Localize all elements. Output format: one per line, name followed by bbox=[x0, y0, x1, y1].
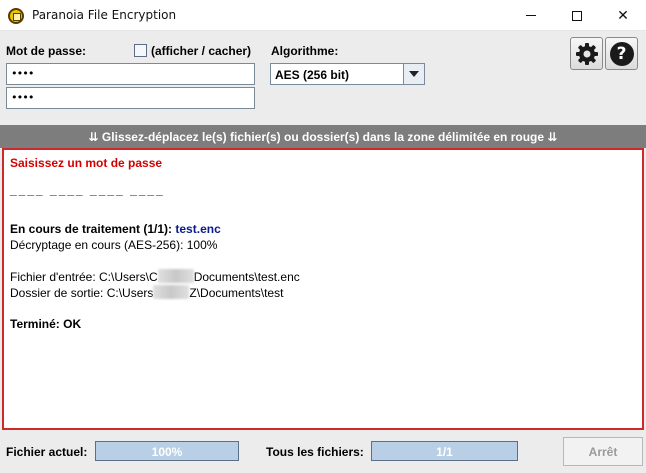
redacted-username bbox=[157, 269, 194, 283]
completion-status: Terminé: OK bbox=[10, 317, 82, 331]
input-file-prefix: Fichier d'entrée: C:\Users\ bbox=[10, 270, 150, 284]
algorithm-select[interactable]: AES (256 bit) bbox=[270, 63, 425, 85]
app-icon bbox=[8, 8, 24, 24]
help-button[interactable]: ? bbox=[605, 37, 638, 70]
minimize-button[interactable] bbox=[508, 0, 554, 31]
password-prompt: Saisissez un mot de passe bbox=[10, 156, 163, 170]
redacted-username bbox=[153, 285, 190, 299]
window-title: Paranoia File Encryption bbox=[32, 8, 177, 22]
password-confirm-field[interactable]: •••• bbox=[6, 87, 255, 109]
drop-instructions-banner: ⇊ Glissez-déplacez le(s) fichier(s) ou d… bbox=[0, 125, 646, 148]
input-file-line: Fichier d'entrée: C:\Users\C Documents\te… bbox=[10, 269, 300, 284]
current-file-label: Fichier actuel: bbox=[6, 445, 88, 459]
maximize-icon bbox=[572, 10, 582, 21]
processing-file-name: test.enc bbox=[175, 222, 221, 236]
password-field[interactable]: •••• bbox=[6, 63, 255, 85]
algorithm-dropdown-button[interactable] bbox=[403, 64, 424, 84]
input-file-suffix: Documents\test.enc bbox=[193, 270, 300, 284]
maximize-button[interactable] bbox=[554, 0, 600, 31]
all-files-progress: 1/1 bbox=[371, 441, 518, 461]
stop-button[interactable]: Arrêt bbox=[563, 437, 643, 466]
output-folder-line: Dossier de sortie: C:\Users Z\Documents\t… bbox=[10, 285, 283, 300]
input-file-partial: C bbox=[149, 270, 158, 284]
output-folder-suffix: Z\Documents\test bbox=[189, 286, 284, 300]
current-file-progress: 100% bbox=[95, 441, 239, 461]
processing-label: En cours de traitement (1/1): bbox=[10, 222, 173, 236]
gear-icon bbox=[575, 42, 598, 65]
algorithm-label: Algorithme: bbox=[271, 44, 339, 58]
password-label: Mot de passe: bbox=[6, 44, 87, 58]
decrypting-status: Décryptage en cours (AES-256): 100% bbox=[10, 238, 218, 252]
password-strength-indicator: ____ ____ ____ ____ bbox=[10, 183, 165, 197]
close-icon: ✕ bbox=[617, 7, 629, 24]
chevron-down-icon bbox=[409, 71, 419, 77]
show-hide-checkbox[interactable] bbox=[134, 44, 147, 57]
current-file-progress-text: 100% bbox=[151, 445, 183, 459]
help-icon: ? bbox=[609, 41, 634, 66]
all-files-progress-text: 1/1 bbox=[436, 445, 453, 459]
drop-zone-log[interactable]: Saisissez un mot de passe ____ ____ ____… bbox=[2, 148, 644, 430]
close-button[interactable]: ✕ bbox=[600, 0, 646, 31]
all-files-label: Tous les fichiers: bbox=[266, 445, 364, 459]
output-folder-prefix: Dossier de sortie: C:\Users bbox=[10, 286, 154, 300]
settings-button[interactable] bbox=[570, 37, 603, 70]
minimize-icon bbox=[526, 15, 536, 16]
title-bar: Paranoia File Encryption ✕ bbox=[0, 0, 646, 31]
algorithm-selected-value: AES (256 bit) bbox=[275, 68, 350, 82]
processing-line: En cours de traitement (1/1): test.enc bbox=[10, 222, 221, 236]
show-hide-label[interactable]: (afficher / cacher) bbox=[151, 44, 251, 58]
